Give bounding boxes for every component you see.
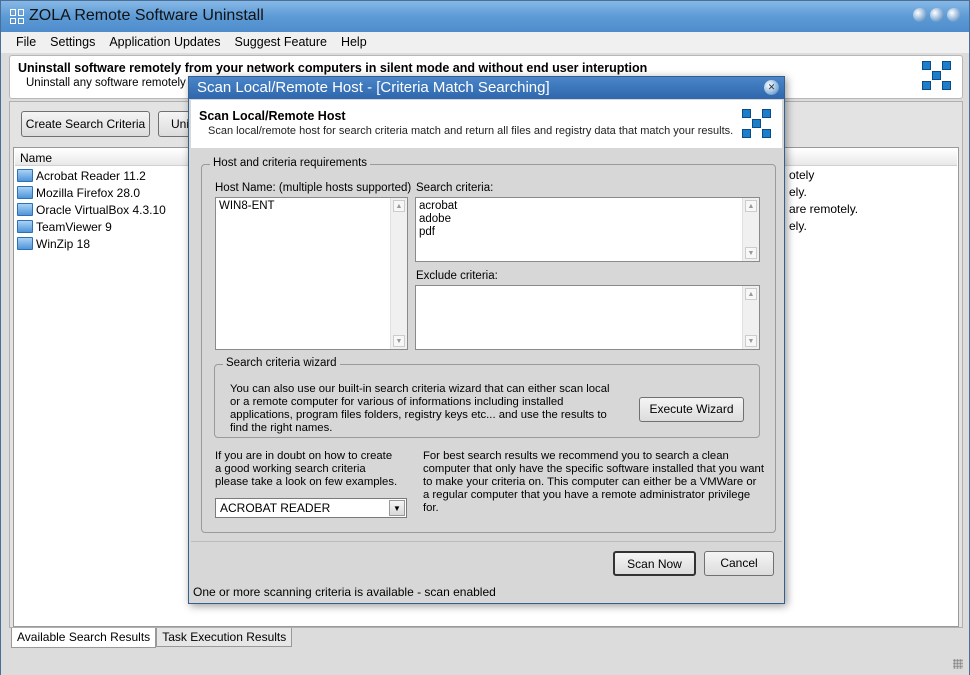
- minimize-button[interactable]: [913, 8, 927, 22]
- header-title: Uninstall software remotely from your ne…: [18, 61, 648, 75]
- tab-available-search-results[interactable]: Available Search Results: [11, 628, 157, 648]
- status-bar: [1, 651, 969, 675]
- host-name-label: Host Name: (multiple hosts supported): [215, 182, 412, 194]
- list-item[interactable]: Acrobat Reader 11.2: [17, 167, 146, 184]
- scan-host-dialog: Scan Local/Remote Host - [Criteria Match…: [188, 76, 785, 604]
- scrollbar[interactable]: ▲ ▼: [742, 286, 759, 349]
- dialog-status: One or more scanning criteria is availab…: [193, 585, 496, 599]
- scrollbar[interactable]: ▲ ▼: [742, 198, 759, 261]
- chevron-down-icon[interactable]: ▼: [389, 500, 405, 516]
- logo-icon: [922, 61, 951, 90]
- item-description: ely.: [789, 219, 807, 233]
- create-search-criteria-button[interactable]: Create Search Criteria: [21, 111, 150, 137]
- logo-icon: [742, 109, 771, 138]
- cancel-button[interactable]: Cancel: [704, 551, 774, 576]
- folder-icon: [17, 220, 33, 233]
- exclude-criteria-label: Exclude criteria:: [416, 270, 498, 282]
- tab-task-execution-results[interactable]: Task Execution Results: [156, 628, 293, 647]
- menu-help[interactable]: Help: [334, 32, 374, 53]
- dialog-subheading: Scan local/remote host for search criter…: [208, 125, 734, 137]
- dialog-title: Scan Local/Remote Host - [Criteria Match…: [197, 79, 550, 96]
- execute-wizard-button[interactable]: Execute Wizard: [639, 397, 744, 422]
- search-criteria-input[interactable]: acrobat adobe pdf ▲ ▼: [415, 197, 760, 262]
- host-value: WIN8-ENT: [219, 200, 275, 212]
- criteria-line: pdf: [419, 226, 435, 238]
- scan-now-button[interactable]: Scan Now: [613, 551, 696, 576]
- list-item[interactable]: Oracle VirtualBox 4.3.10: [17, 201, 166, 218]
- list-item[interactable]: WinZip 18: [17, 235, 90, 252]
- group-label: Host and criteria requirements: [210, 157, 371, 169]
- resize-grip-icon[interactable]: [953, 659, 963, 669]
- criteria-line: adobe: [419, 213, 451, 225]
- header-subtitle: Uninstall any software remotely bas: [26, 77, 208, 89]
- folder-icon: [17, 186, 33, 199]
- menu-settings[interactable]: Settings: [43, 32, 102, 53]
- list-item[interactable]: Mozilla Firefox 28.0: [17, 184, 140, 201]
- list-item[interactable]: TeamViewer 9: [17, 218, 112, 235]
- host-name-input[interactable]: WIN8-ENT ▲ ▼: [215, 197, 408, 350]
- group-label: Search criteria wizard: [223, 357, 340, 369]
- item-description: ely.: [789, 185, 807, 199]
- examples-selected: ACROBAT READER: [220, 501, 331, 515]
- dialog-close-button[interactable]: ✕: [764, 80, 779, 95]
- app-icon: [10, 9, 25, 24]
- maximize-button[interactable]: [930, 8, 944, 22]
- tip-text: For best search results we recommend you…: [423, 450, 764, 514]
- folder-icon: [17, 203, 33, 216]
- dialog-title-bar: Scan Local/Remote Host - [Criteria Match…: [189, 77, 784, 99]
- exclude-criteria-input[interactable]: ▲ ▼: [415, 285, 760, 350]
- title-bar: ZOLA Remote Software Uninstall: [1, 1, 969, 32]
- scrollbar[interactable]: ▲ ▼: [390, 198, 407, 349]
- examples-text: If you are in doubt on how to create a g…: [215, 450, 398, 488]
- close-button[interactable]: [947, 8, 961, 22]
- item-description: are remotely.: [789, 202, 859, 216]
- search-criteria-label: Search criteria:: [416, 182, 494, 194]
- menu-application-updates[interactable]: Application Updates: [102, 32, 227, 53]
- menu-file[interactable]: File: [9, 32, 43, 53]
- dialog-header: Scan Local/Remote Host Scan local/remote…: [191, 100, 782, 148]
- folder-icon: [17, 169, 33, 182]
- examples-dropdown[interactable]: ACROBAT READER ▼: [215, 498, 407, 518]
- menu-bar: File Settings Application Updates Sugges…: [1, 32, 969, 53]
- menu-suggest-feature[interactable]: Suggest Feature: [228, 32, 334, 53]
- app-title: ZOLA Remote Software Uninstall: [29, 7, 264, 24]
- folder-icon: [17, 237, 33, 250]
- wizard-text: You can also use our built-in search cri…: [230, 383, 610, 434]
- criteria-line: acrobat: [419, 200, 458, 212]
- item-description: otely: [789, 168, 815, 182]
- dialog-heading: Scan Local/Remote Host: [199, 109, 346, 123]
